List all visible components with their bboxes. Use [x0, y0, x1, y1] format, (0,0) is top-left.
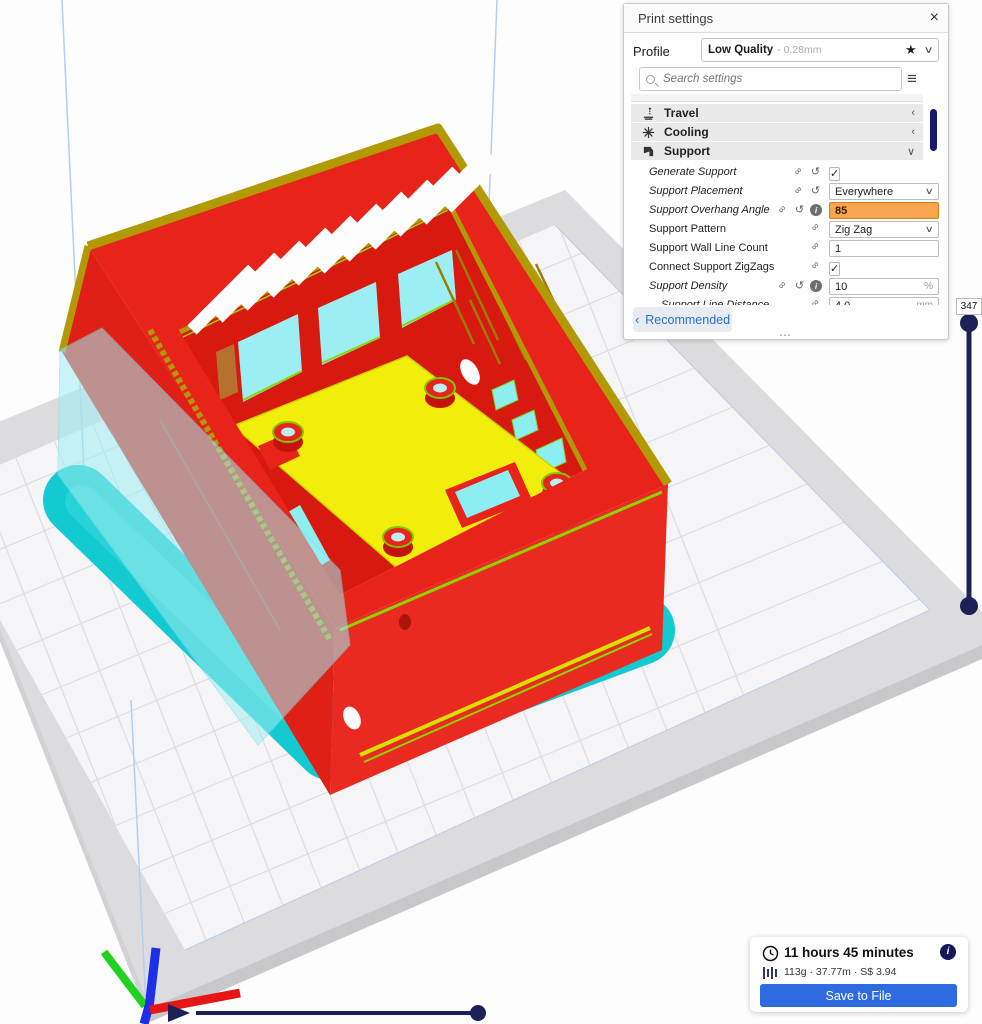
panel-title: Print settings [638, 11, 714, 26]
revert-icon[interactable]: ↺ [793, 203, 806, 216]
chevron-down-icon: ∨ [925, 224, 935, 234]
setting-label: Support Overhang Angle [649, 204, 770, 216]
link-icon: ∞ [809, 240, 822, 253]
setting-label: Generate Support [649, 166, 737, 178]
close-icon[interactable]: × [930, 8, 939, 28]
chevron-expanded-icon: ∨ [906, 145, 915, 158]
info-icon[interactable]: i [940, 944, 956, 960]
category-cooling[interactable]: Cooling ‹ [631, 123, 923, 141]
setting-row-support-density: Support Density ∞ ↺ i 10% [624, 277, 950, 296]
cooling-fan-icon [642, 126, 655, 138]
revert-icon[interactable]: ↺ [809, 184, 822, 197]
back-chevron-icon: ‹ [634, 312, 640, 327]
setting-row-support-pattern: Support Pattern ∞ Zig Zag ∨ [624, 220, 950, 239]
unit-label: % [924, 281, 933, 292]
support-wall-line-count-input[interactable]: 1 [829, 240, 939, 257]
settings-list: Travel ‹ Cooling ‹ Support ∨ Generate Su… [624, 94, 950, 305]
revert-icon[interactable]: ↺ [793, 279, 806, 292]
travel-icon [643, 107, 654, 120]
category-label: Support [664, 144, 710, 158]
material-spool-icon [763, 967, 777, 979]
setting-row-connect-support-zigzags: Connect Support ZigZags ∞ ✓ [624, 258, 950, 277]
setting-label: Support Density [649, 280, 728, 292]
search-icon [646, 74, 655, 84]
layer-slider[interactable] [960, 314, 978, 615]
profile-label: Profile [633, 44, 670, 59]
profile-value: Low Quality [708, 44, 774, 56]
star-icon[interactable]: ★ [905, 42, 917, 58]
playback-slider[interactable] [168, 1004, 486, 1022]
unit-label: mm [916, 300, 933, 305]
material-summary: 113g · 37.77m · S$ 3.94 [784, 966, 897, 978]
profile-detail: - 0.28mm [777, 44, 822, 56]
support-icon [643, 146, 654, 156]
category-travel[interactable]: Travel ‹ [631, 104, 923, 122]
setting-label: Support Placement [649, 185, 743, 197]
cura-preview-screen: 347 Print settings × Profile Low Quality… [0, 0, 982, 1024]
connect-support-zigzags-checkbox[interactable]: ✓ [829, 262, 841, 276]
save-to-file-button[interactable]: Save to File [760, 984, 957, 1007]
support-pattern-dropdown[interactable]: Zig Zag ∨ [829, 221, 939, 238]
filter-menu-icon[interactable]: ≡ [907, 69, 917, 89]
clipped-row [631, 94, 923, 102]
clock-icon [762, 945, 779, 962]
category-support[interactable]: Support ∨ [631, 142, 923, 160]
chevron-down-icon: ∨ [923, 44, 934, 56]
support-line-distance-input[interactable]: 4.0mm [829, 297, 939, 305]
link-icon: ∞ [809, 297, 822, 305]
generate-support-checkbox[interactable]: ✓ [829, 167, 841, 181]
panel-header[interactable]: Print settings × [624, 4, 948, 33]
job-summary-card: 11 hours 45 minutes i 113g · 37.77m · S$… [750, 937, 968, 1012]
link-icon: ∞ [776, 203, 789, 216]
info-icon[interactable]: i [810, 203, 822, 216]
print-time: 11 hours 45 minutes [784, 945, 914, 960]
support-placement-dropdown[interactable]: Everywhere ∨ [829, 183, 939, 200]
link-icon: ∞ [809, 259, 822, 272]
setting-label: Support Wall Line Count [649, 242, 768, 254]
print-settings-panel: Print settings × Profile Low Quality - 0… [623, 3, 950, 342]
setting-row-support-line-distance: Support Line Distance ∞ 4.0mm [624, 296, 950, 305]
tan-block [216, 344, 238, 400]
setting-label: Connect Support ZigZags [649, 261, 775, 273]
setting-row-support-placement: Support Placement ∞ ↺ Everywhere ∨ [624, 182, 950, 201]
link-icon: ∞ [776, 279, 789, 292]
category-label: Cooling [664, 125, 709, 139]
setting-label: Support Line Distance [661, 299, 770, 305]
setting-row-support-wall-line-count: Support Wall Line Count ∞ 1 [624, 239, 950, 258]
layer-slider-top-handle[interactable] [960, 314, 978, 332]
support-overhang-angle-input[interactable]: 85 [829, 202, 939, 219]
link-icon: ∞ [792, 165, 805, 178]
setting-label: Support Pattern [649, 223, 727, 235]
support-density-input[interactable]: 10% [829, 278, 939, 295]
link-icon: ∞ [792, 184, 805, 197]
link-icon: ∞ [809, 221, 822, 234]
search-box[interactable] [639, 67, 902, 91]
setting-row-generate-support: Generate Support ∞ ↺ ✓ [624, 163, 950, 182]
layer-slider-bottom-handle[interactable] [960, 597, 978, 615]
info-icon[interactable]: i [810, 279, 822, 292]
chevron-collapsed-icon: ‹ [911, 107, 915, 119]
search-input[interactable] [661, 72, 861, 86]
playback-handle[interactable] [470, 1005, 486, 1021]
revert-icon[interactable]: ↺ [809, 165, 822, 178]
profile-dropdown[interactable]: Low Quality - 0.28mm ★ ∨ [701, 38, 939, 62]
panel-resize-handle[interactable]: ⋯ [624, 328, 948, 342]
chevron-down-icon: ∨ [925, 186, 935, 196]
category-label: Travel [664, 106, 699, 120]
chevron-collapsed-icon: ‹ [911, 126, 915, 138]
setting-row-support-overhang-angle: Support Overhang Angle ∞ ↺ i 85 [624, 201, 950, 220]
layer-number-box[interactable]: 347 [956, 298, 982, 315]
panel-scrollbar[interactable] [930, 109, 937, 151]
